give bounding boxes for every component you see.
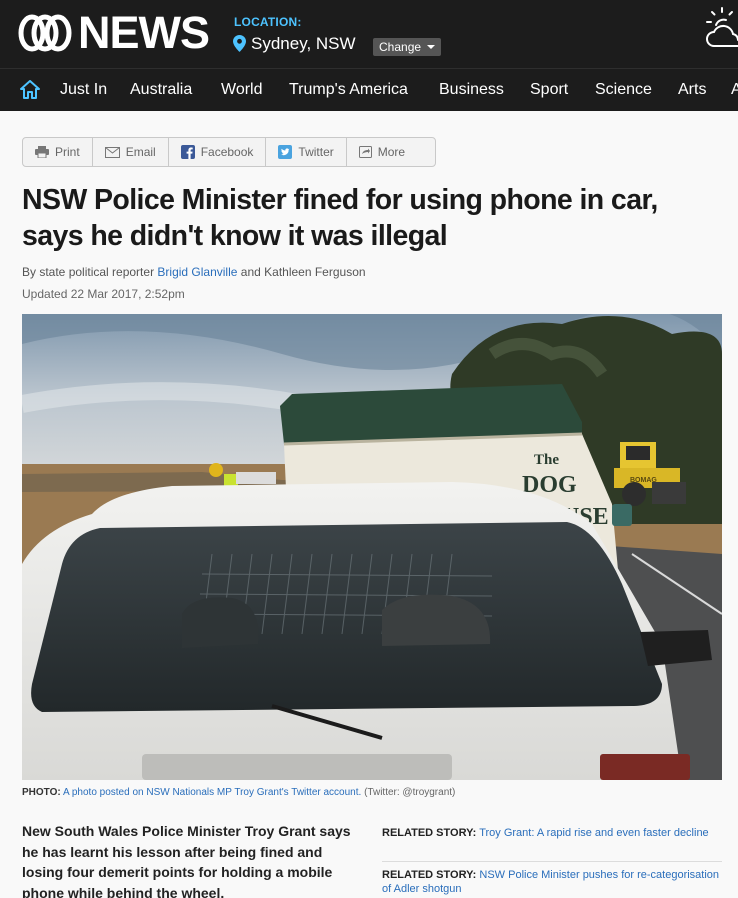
share-toolbar: Print Email Facebook Twitter More — [22, 137, 436, 167]
nav-item-arts[interactable]: Arts — [678, 81, 706, 99]
trailer-sign-line-1: The — [534, 452, 559, 468]
location-pin-icon — [233, 35, 246, 52]
caption-link[interactable]: A photo posted on NSW Nationals MP Troy … — [63, 787, 361, 798]
article-photo[interactable]: BOMAG The DOG USE — [22, 314, 722, 780]
nav-item-sport[interactable]: Sport — [530, 81, 568, 99]
related-story: RELATED STORY: Troy Grant: A rapid rise … — [382, 826, 722, 840]
nav-item-business[interactable]: Business — [439, 81, 504, 99]
site-header: NEWS LOCATION: Sydney, NSW Change — [0, 0, 738, 68]
envelope-icon — [104, 146, 120, 158]
abc-logo-icon — [18, 14, 72, 52]
change-location-button[interactable]: Change — [373, 38, 442, 56]
chevron-down-icon — [427, 45, 436, 49]
main-nav: Just In Australia World Trump's America … — [0, 68, 738, 111]
related-story-label: RELATED STORY: — [382, 827, 477, 839]
author-link-brigid-glanville[interactable]: Brigid Glanville — [157, 265, 237, 279]
twitter-icon — [278, 145, 293, 159]
abc-news-logo[interactable]: NEWS — [18, 7, 210, 58]
facebook-icon — [180, 145, 195, 159]
article-timestamp: Updated 22 Mar 2017, 2:52pm — [22, 287, 185, 301]
nav-item-world[interactable]: World — [221, 81, 263, 99]
facebook-button[interactable]: Facebook — [169, 138, 267, 166]
partly-cloudy-icon[interactable] — [704, 6, 738, 54]
nav-item-science[interactable]: Science — [595, 81, 652, 99]
facebook-label: Facebook — [200, 145, 254, 159]
article-byline: By state political reporter Brigid Glanv… — [22, 265, 366, 279]
caption-source: (Twitter: @troygrant) — [364, 787, 456, 798]
nav-item-australia[interactable]: Australia — [130, 81, 192, 99]
related-story-label: RELATED STORY: — [382, 869, 477, 881]
location-label: LOCATION: — [234, 15, 302, 29]
print-label: Print — [55, 145, 80, 159]
change-button-label: Change — [379, 40, 422, 54]
related-divider — [382, 861, 722, 862]
caption-label: PHOTO: — [22, 787, 61, 798]
related-story: RELATED STORY: NSW Police Minister pushe… — [382, 868, 722, 896]
email-label: Email — [125, 145, 156, 159]
article-headline: NSW Police Minister fined for using phon… — [22, 184, 658, 252]
related-story-link[interactable]: Troy Grant: A rapid rise and even faster… — [479, 827, 709, 839]
twitter-label: Twitter — [298, 145, 334, 159]
roller-label: BOMAG — [630, 477, 657, 484]
email-button[interactable]: Email — [93, 138, 169, 166]
byline-prefix: By state political reporter — [22, 265, 158, 279]
printer-icon — [35, 146, 49, 158]
logo-wordmark: NEWS — [78, 7, 210, 58]
nav-item-trumps-america[interactable]: Trump's America — [289, 81, 408, 99]
share-icon — [358, 146, 372, 158]
byline-second-author: and Kathleen Ferguson — [237, 265, 366, 279]
location-city: Sydney, NSW — [251, 34, 356, 53]
print-button[interactable]: Print — [23, 138, 93, 166]
twitter-button[interactable]: Twitter — [266, 138, 347, 166]
more-button[interactable]: More — [347, 138, 417, 166]
home-icon[interactable] — [20, 80, 40, 99]
photo-caption: PHOTO: A photo posted on NSW Nationals M… — [22, 787, 455, 798]
article-lede: New South Wales Police Minister Troy Gra… — [22, 823, 351, 898]
nav-item-overflow[interactable]: A — [731, 81, 738, 99]
nav-item-just-in[interactable]: Just In — [60, 81, 107, 99]
more-label: More — [377, 145, 406, 159]
